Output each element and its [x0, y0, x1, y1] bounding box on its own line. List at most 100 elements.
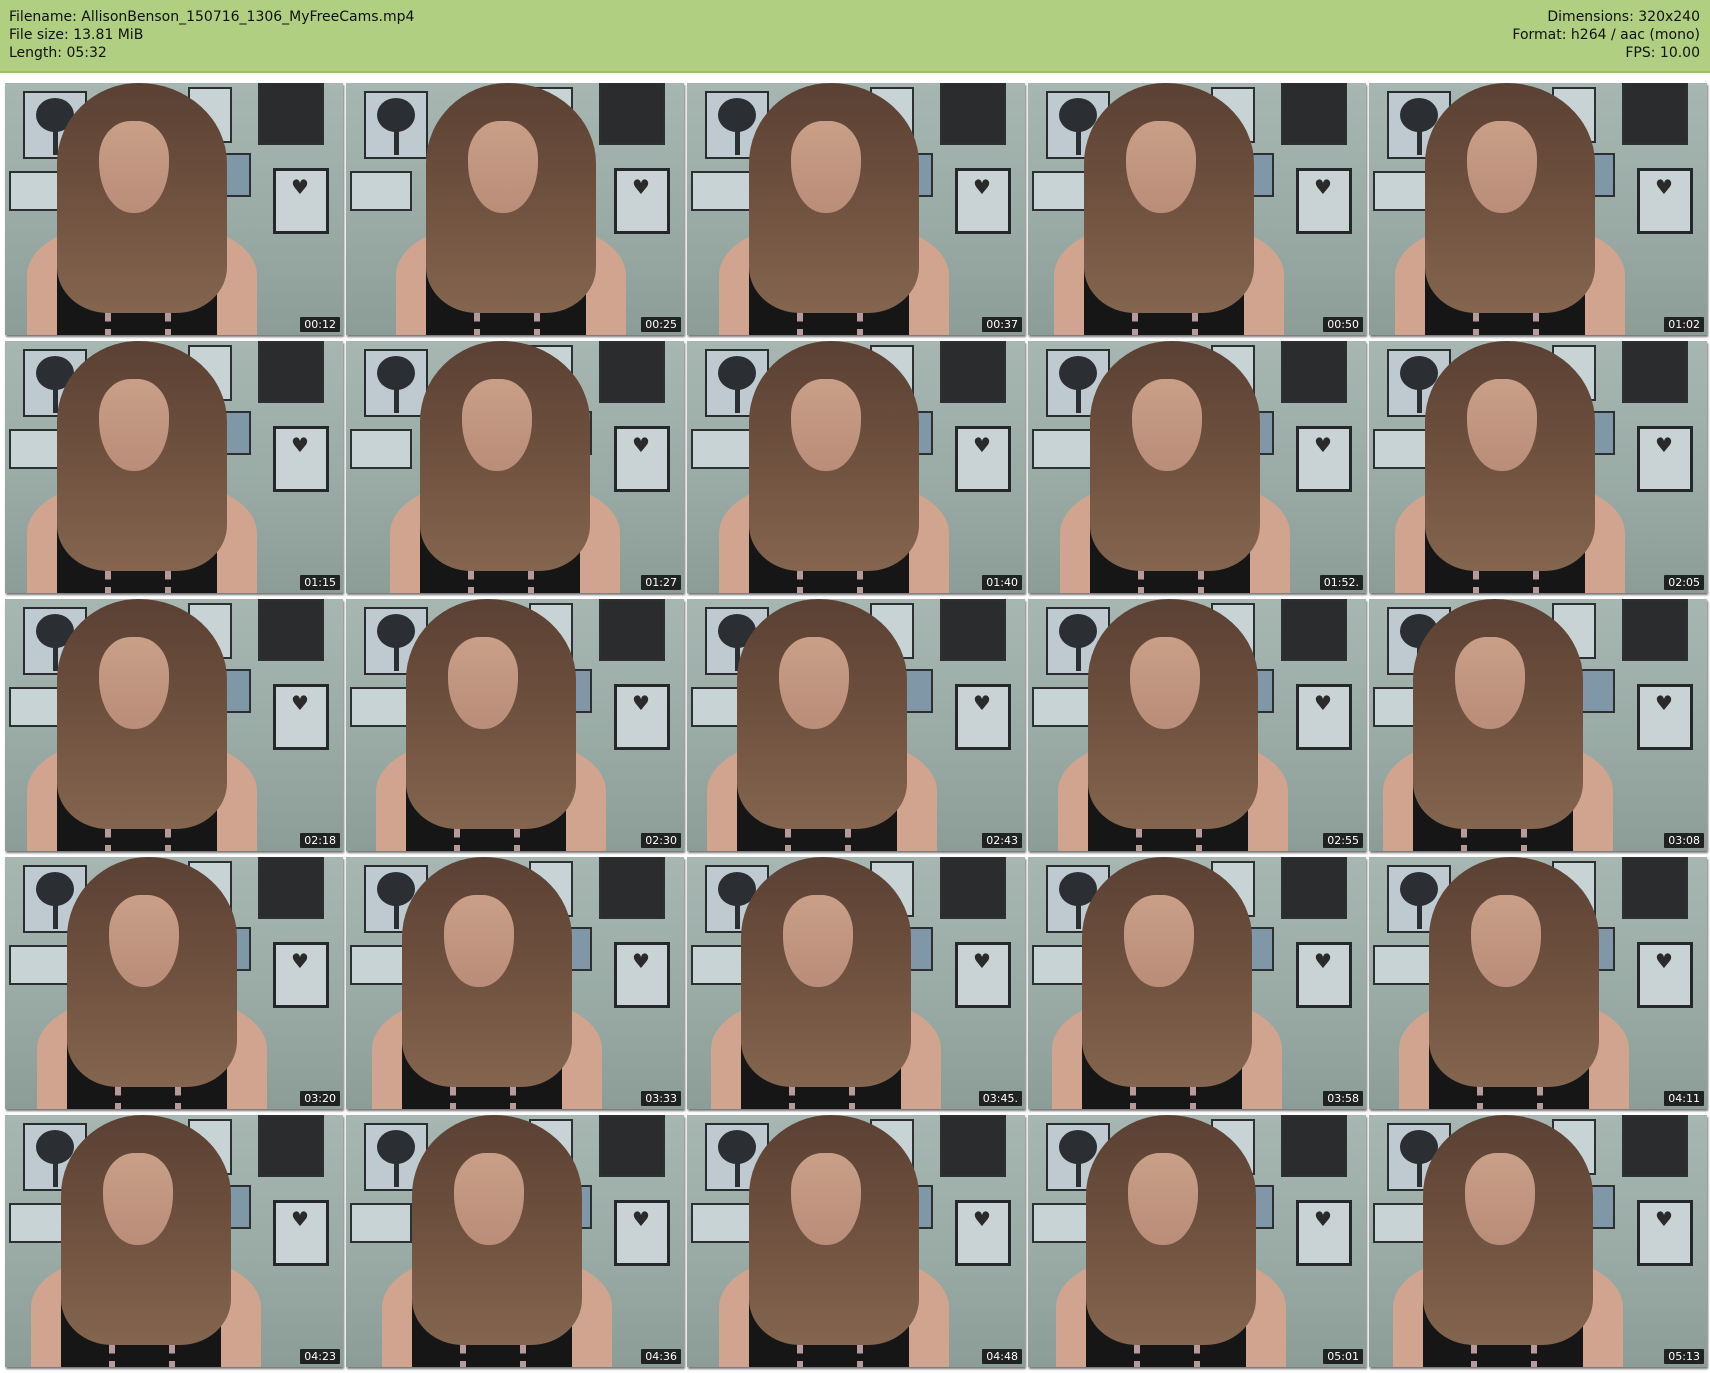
wall-sign: [1281, 1115, 1347, 1177]
dimensions-text: Dimensions: 320x240: [1547, 9, 1700, 25]
timestamp-label: 01:15: [300, 575, 340, 590]
person-figure: [372, 857, 602, 1109]
video-thumbnail[interactable]: 04:11: [1369, 857, 1707, 1109]
wall-quote: [350, 687, 412, 727]
timestamp-label: 04:48: [982, 1349, 1022, 1364]
person-figure: [376, 599, 606, 851]
timestamp-label: 03:08: [1664, 833, 1704, 848]
person-figure: [1383, 599, 1613, 851]
timestamp-label: 00:25: [641, 317, 681, 332]
heart-picture: [273, 426, 329, 492]
video-thumbnail[interactable]: 00:50: [1028, 83, 1366, 335]
person-figure: [1058, 599, 1288, 851]
person-figure: [1054, 83, 1284, 335]
format-text: Format: h264 / aac (mono): [1512, 27, 1700, 43]
video-thumbnail[interactable]: 03:58: [1028, 857, 1366, 1109]
timestamp-label: 02:30: [641, 833, 681, 848]
video-thumbnail[interactable]: 01:27: [346, 341, 684, 593]
filesize-text: File size: 13.81 MiB: [9, 27, 144, 43]
video-thumbnail[interactable]: 04:23: [5, 1115, 343, 1367]
timestamp-label: 00:50: [1323, 317, 1363, 332]
wall-sign: [599, 341, 665, 403]
video-thumbnail[interactable]: 02:05: [1369, 341, 1707, 593]
wall-sign: [1622, 83, 1688, 145]
person-figure: [719, 83, 949, 335]
heart-picture: [955, 426, 1011, 492]
heart-picture: [614, 684, 670, 750]
wall-sign: [1622, 599, 1688, 661]
video-thumbnail[interactable]: 00:12: [5, 83, 343, 335]
tree-picture: [364, 349, 428, 417]
video-thumbnail[interactable]: 00:37: [687, 83, 1025, 335]
wall-quote: [1032, 1203, 1094, 1243]
heart-picture: [1637, 684, 1693, 750]
wall-sign: [940, 599, 1006, 661]
wall-sign: [258, 1115, 324, 1177]
filename-text: Filename: AllisonBenson_150716_1306_MyFr…: [9, 9, 415, 25]
wall-sign: [599, 83, 665, 145]
tree-picture: [364, 91, 428, 159]
wall-quote: [691, 429, 753, 469]
wall-quote: [350, 429, 412, 469]
timestamp-label: 00:12: [300, 317, 340, 332]
wall-sign: [1281, 857, 1347, 919]
person-figure: [31, 1115, 261, 1367]
video-thumbnail[interactable]: 04:48: [687, 1115, 1025, 1367]
heart-picture: [1296, 942, 1352, 1008]
wall-sign: [1622, 857, 1688, 919]
video-thumbnail[interactable]: 01:40: [687, 341, 1025, 593]
wall-sign: [940, 83, 1006, 145]
wall-sign: [599, 1115, 665, 1177]
video-thumbnail[interactable]: 02:18: [5, 599, 343, 851]
video-thumbnail[interactable]: 02:55: [1028, 599, 1366, 851]
timestamp-label: 01:02: [1664, 317, 1704, 332]
timestamp-label: 00:37: [982, 317, 1022, 332]
heart-picture: [614, 1200, 670, 1266]
video-thumbnail[interactable]: 01:15: [5, 341, 343, 593]
person-figure: [382, 1115, 612, 1367]
video-thumbnail[interactable]: 01:52.: [1028, 341, 1366, 593]
heart-picture: [614, 426, 670, 492]
timestamp-label: 02:43: [982, 833, 1022, 848]
video-thumbnail[interactable]: 03:08: [1369, 599, 1707, 851]
heart-picture: [1296, 426, 1352, 492]
wall-sign: [1281, 83, 1347, 145]
timestamp-label: 04:11: [1664, 1091, 1704, 1106]
wall-sign: [1281, 599, 1347, 661]
video-thumbnail[interactable]: 05:13: [1369, 1115, 1707, 1367]
wall-quote: [9, 945, 71, 985]
wall-quote: [1373, 945, 1435, 985]
timestamp-label: 01:40: [982, 575, 1022, 590]
fps-text: FPS: 10.00: [1625, 45, 1700, 61]
video-thumbnail[interactable]: 05:01: [1028, 1115, 1366, 1367]
person-figure: [1052, 857, 1282, 1109]
wall-sign: [258, 83, 324, 145]
video-thumbnail[interactable]: 02:30: [346, 599, 684, 851]
timestamp-label: 02:18: [300, 833, 340, 848]
video-thumbnail[interactable]: 01:02: [1369, 83, 1707, 335]
video-thumbnail[interactable]: 03:45.: [687, 857, 1025, 1109]
heart-picture: [1637, 168, 1693, 234]
person-figure: [719, 341, 949, 593]
heart-picture: [955, 942, 1011, 1008]
info-header: Filename: AllisonBenson_150716_1306_MyFr…: [0, 0, 1710, 73]
video-thumbnail[interactable]: 00:25: [346, 83, 684, 335]
video-thumbnail[interactable]: 03:20: [5, 857, 343, 1109]
timestamp-label: 02:05: [1664, 575, 1704, 590]
heart-picture: [1296, 1200, 1352, 1266]
person-figure: [1395, 341, 1625, 593]
video-thumbnail[interactable]: 04:36: [346, 1115, 684, 1367]
wall-sign: [258, 341, 324, 403]
wall-quote: [350, 1203, 412, 1243]
wall-sign: [599, 599, 665, 661]
wall-sign: [1622, 341, 1688, 403]
video-thumbnail[interactable]: 03:33: [346, 857, 684, 1109]
timestamp-label: 03:58: [1323, 1091, 1363, 1106]
timestamp-label: 03:33: [641, 1091, 681, 1106]
wall-quote: [350, 171, 412, 211]
person-figure: [390, 341, 620, 593]
heart-picture: [273, 1200, 329, 1266]
heart-picture: [614, 942, 670, 1008]
video-thumbnail[interactable]: 02:43: [687, 599, 1025, 851]
file-info: Filename: AllisonBenson_150716_1306_MyFr…: [9, 8, 414, 62]
